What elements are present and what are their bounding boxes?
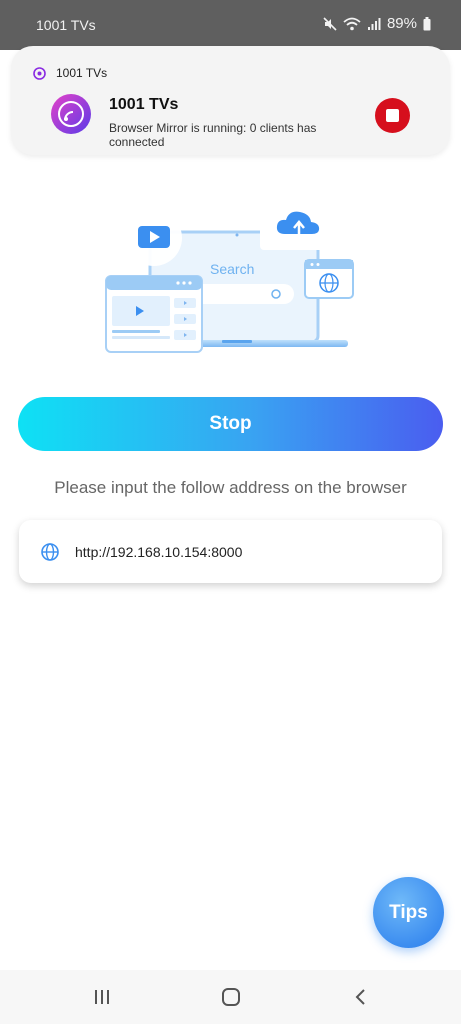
- recent-apps-button[interactable]: [82, 984, 122, 1010]
- mute-icon: [323, 16, 337, 31]
- stop-button[interactable]: Stop: [18, 397, 443, 451]
- tips-button[interactable]: Tips: [373, 877, 444, 948]
- back-icon: [355, 989, 365, 1005]
- battery-icon: [423, 16, 431, 30]
- status-bar: 1001 TVs 89%: [0, 0, 461, 50]
- notification-header: 1001 TVs: [33, 66, 107, 80]
- globe-icon: [41, 542, 59, 561]
- address-url: http://192.168.10.154:8000: [75, 543, 243, 560]
- address-card[interactable]: http://192.168.10.154:8000: [19, 520, 442, 583]
- illustration-search-text: Search: [210, 261, 254, 277]
- notification-body: Browser Mirror is running: 0 clients has…: [109, 121, 317, 149]
- notification-stop-button[interactable]: [375, 98, 410, 133]
- notification-app-name: 1001 TVs: [56, 66, 108, 80]
- home-button[interactable]: [211, 984, 251, 1010]
- stop-icon: [386, 109, 399, 122]
- wifi-icon: [343, 17, 361, 30]
- status-app-name: 1001 TVs: [36, 17, 96, 33]
- instruction-text: Please input the follow address on the b…: [54, 478, 407, 497]
- mirror-notification[interactable]: 1001 TVs 1001 TVs Browser Mirror is runn…: [11, 46, 450, 155]
- system-nav-bar: [0, 970, 461, 1024]
- home-icon: [222, 988, 240, 1006]
- signal-icon: [367, 17, 381, 30]
- app-cast-icon: [51, 94, 91, 134]
- browser-mirror-illustration: Search: [105, 194, 354, 353]
- app-small-icon: [33, 66, 46, 80]
- notification-title: 1001 TVs: [109, 96, 179, 113]
- recent-apps-icon: [95, 990, 109, 1004]
- back-button[interactable]: [341, 984, 381, 1010]
- status-icons: 89%: [323, 15, 431, 32]
- battery-percent: 89%: [386, 15, 417, 32]
